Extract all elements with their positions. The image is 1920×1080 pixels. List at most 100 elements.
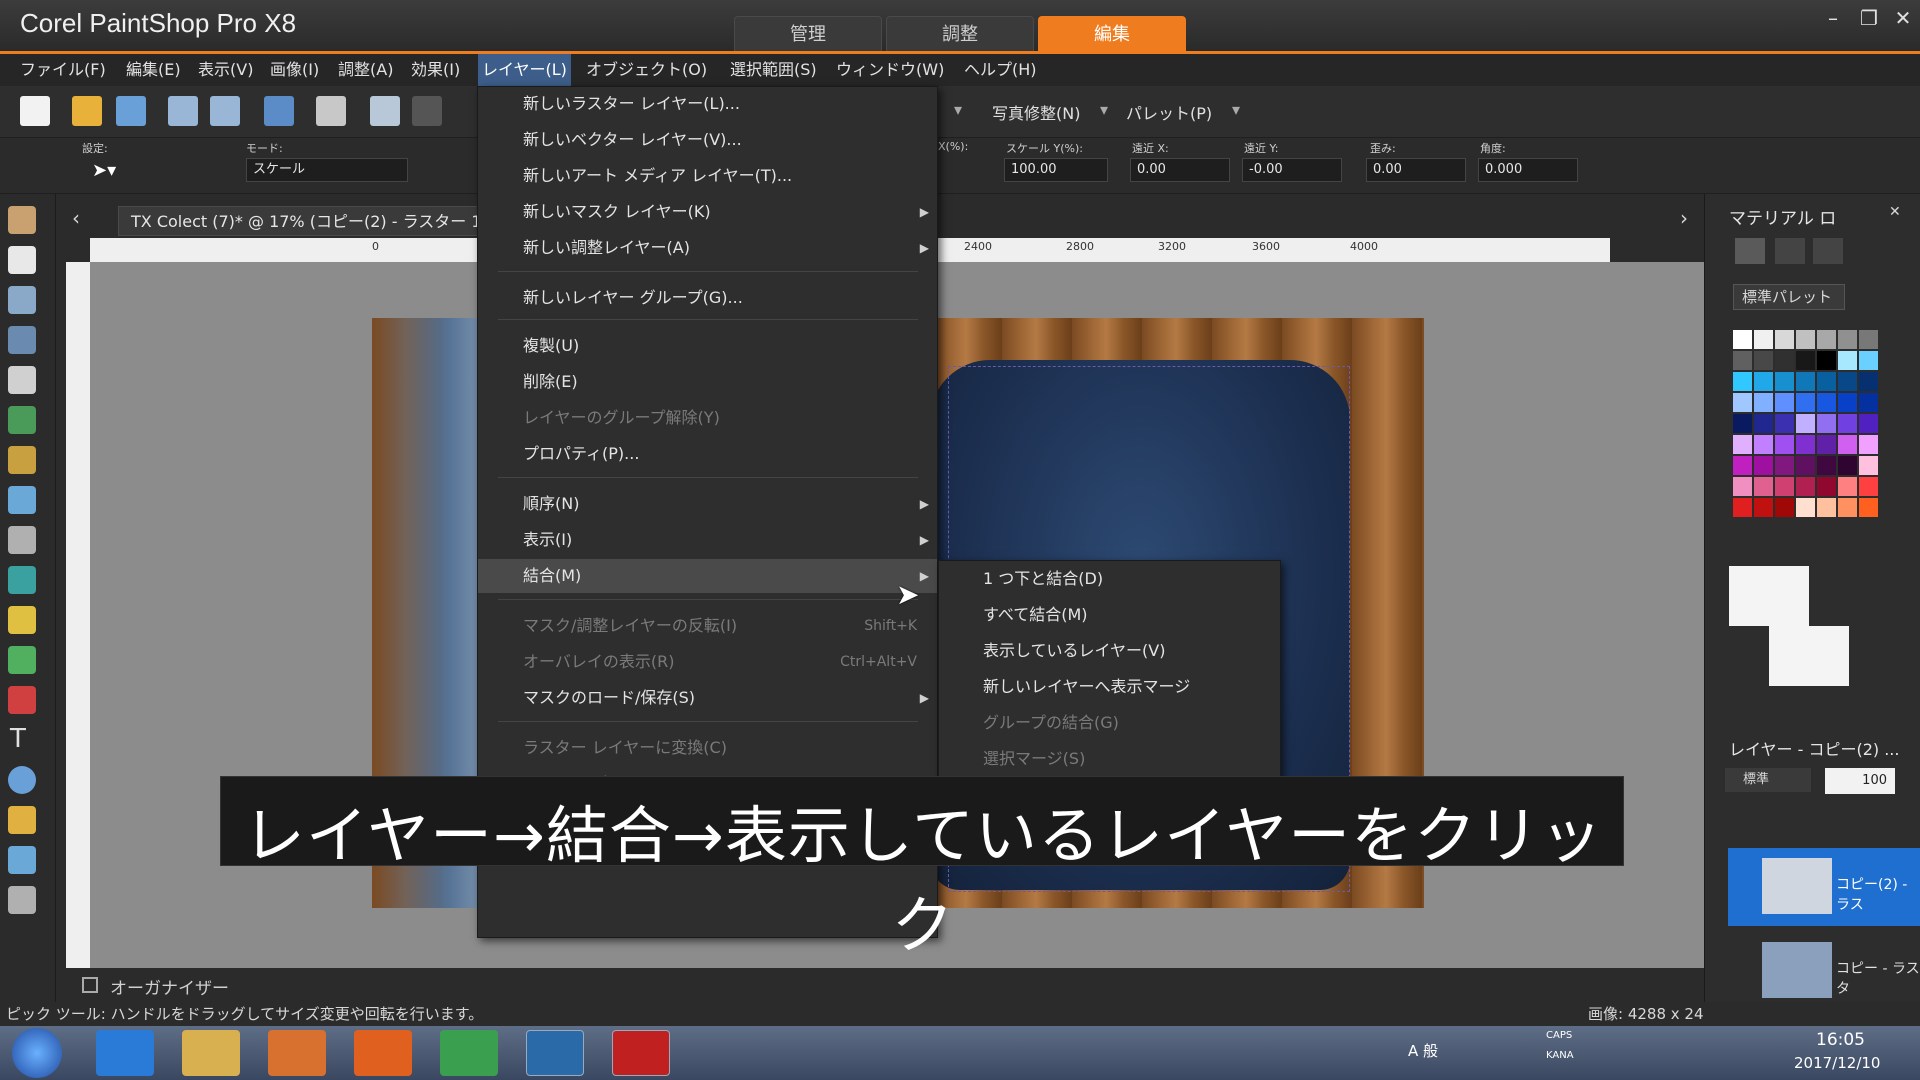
crop-tool-icon[interactable] [8,366,36,394]
layers-menu-item[interactable]: 順序(N) ▶ [478,487,937,521]
color-swatch-grid[interactable] [1733,330,1883,536]
color-swatch[interactable] [1775,330,1794,349]
save-as-icon[interactable] [210,96,240,126]
dropdown-arrow-icon[interactable]: ▾ [1100,100,1108,119]
color-swatch[interactable] [1754,477,1773,496]
camera-app-icon[interactable] [526,1030,584,1076]
color-swatch[interactable] [1859,393,1878,412]
print-icon[interactable] [316,96,346,126]
color-swatch[interactable] [1754,435,1773,454]
text-tool-icon[interactable]: T [10,724,26,754]
color-swatch[interactable] [1817,456,1836,475]
layers-menu-item[interactable]: マスクのロード/保存(S) ▶ [478,681,937,715]
merge-submenu-item[interactable]: すべて結合(M) [939,597,1280,633]
explorer-icon[interactable] [182,1030,240,1076]
color-swatch[interactable] [1817,351,1836,370]
color-swatch[interactable] [1859,498,1878,517]
color-swatch[interactable] [1775,414,1794,433]
color-swatch[interactable] [1796,393,1815,412]
firefox-icon[interactable] [354,1030,412,1076]
color-swatch[interactable] [1754,498,1773,517]
color-swatch[interactable] [1859,477,1878,496]
color-swatch[interactable] [1817,414,1836,433]
selection-tool-icon[interactable] [8,286,36,314]
color-swatch[interactable] [1817,435,1836,454]
layer-row-selected[interactable]: コピー(2) - ラス [1728,848,1920,926]
menu-effects[interactable]: 効果(I) [407,54,464,86]
color-swatch[interactable] [1838,330,1857,349]
layers-menu-item[interactable]: 表示(I) ▶ [478,523,937,557]
rainbow-tab-icon[interactable] [1775,238,1805,264]
layer-row[interactable]: コピー - ラスタ [1728,932,1920,1010]
menu-window[interactable]: ウィンドウ(W) [832,54,948,86]
close-icon[interactable]: ✕ [1888,6,1918,30]
warp-tool-icon[interactable] [8,846,36,874]
color-swatch[interactable] [1775,393,1794,412]
color-swatch[interactable] [1796,372,1815,391]
merge-submenu-item[interactable]: 1 つ下と結合(D) [939,561,1280,597]
merge-submenu-item[interactable]: 表示しているレイヤー(V) [939,633,1280,669]
layers-menu-item[interactable]: 新しいレイヤー グループ(G)... [478,281,937,315]
color-swatch[interactable] [1838,435,1857,454]
layers-menu-item[interactable]: 新しいラスター レイヤー(L)... [478,87,937,121]
color-swatch[interactable] [1775,435,1794,454]
color-swatch[interactable] [1817,477,1836,496]
color-swatch[interactable] [1796,351,1815,370]
color-swatch[interactable] [1817,372,1836,391]
color-swatch[interactable] [1859,330,1878,349]
perspective-x-field[interactable]: 0.00 [1130,158,1230,182]
color-swatch[interactable] [1775,456,1794,475]
color-swatch[interactable] [1838,351,1857,370]
ie-icon[interactable] [96,1030,154,1076]
eraser-tool-icon[interactable] [8,606,36,634]
color-swatch[interactable] [1775,477,1794,496]
scale-y-field[interactable]: 100.00 [1004,158,1108,182]
menu-help[interactable]: ヘルプ(H) [960,54,1041,86]
undo-icon[interactable] [370,96,400,126]
start-button-icon[interactable] [12,1028,62,1078]
open-folder-icon[interactable] [72,96,102,126]
palette-select[interactable]: 標準パレット [1733,284,1845,310]
color-swatch[interactable] [1754,393,1773,412]
color-swatch[interactable] [1859,351,1878,370]
menu-file[interactable]: ファイル(F) [16,54,110,86]
menu-edit[interactable]: 編集(E) [122,54,185,86]
perspective-y-field[interactable]: -0.00 [1242,158,1342,182]
pan-tool-icon[interactable] [8,206,36,234]
organizer-icon[interactable] [82,977,98,993]
shear-field[interactable]: 0.00 [1366,158,1466,182]
menu-adjust[interactable]: 調整(A) [334,54,397,86]
color-swatch[interactable] [1838,477,1857,496]
background-material[interactable] [1769,626,1849,686]
art-media-tool-icon[interactable] [8,886,36,914]
red-eye-tool-icon[interactable] [8,446,36,474]
layers-menu-item[interactable]: 新しい調整レイヤー(A) ▶ [478,231,937,265]
brush-tool-icon[interactable] [8,526,36,554]
dropdown-arrow-icon[interactable]: ▾ [954,100,962,119]
tab-edit[interactable]: 編集 [1038,16,1186,52]
clock-date[interactable]: 2017/12/10 [1794,1054,1880,1072]
color-swatch[interactable] [1838,456,1857,475]
color-swatch[interactable] [1796,414,1815,433]
opacity-field[interactable]: 100 [1825,768,1895,794]
color-swatch[interactable] [1859,456,1878,475]
clock-time[interactable]: 16:05 [1816,1030,1865,1050]
share-icon[interactable] [264,96,294,126]
color-swatch[interactable] [1733,456,1752,475]
save-icon[interactable] [168,96,198,126]
menu-image[interactable]: 画像(I) [266,54,323,86]
pen-tool-icon[interactable] [8,806,36,834]
layers-menu-item[interactable]: 新しいベクター レイヤー(V)... [478,123,937,157]
color-swatch[interactable] [1733,477,1752,496]
new-file-icon[interactable] [20,96,50,126]
angle-field[interactable]: 0.000 [1478,158,1578,182]
minimize-icon[interactable]: – [1818,6,1848,30]
scan-icon[interactable] [116,96,146,126]
dropper-tool-icon[interactable] [8,326,36,354]
color-swatch[interactable] [1754,456,1773,475]
color-swatch[interactable] [1733,393,1752,412]
frame-tab-icon[interactable] [1813,238,1843,264]
menu-objects[interactable]: オブジェクト(O) [582,54,711,86]
color-swatch[interactable] [1817,393,1836,412]
color-swatch[interactable] [1775,351,1794,370]
